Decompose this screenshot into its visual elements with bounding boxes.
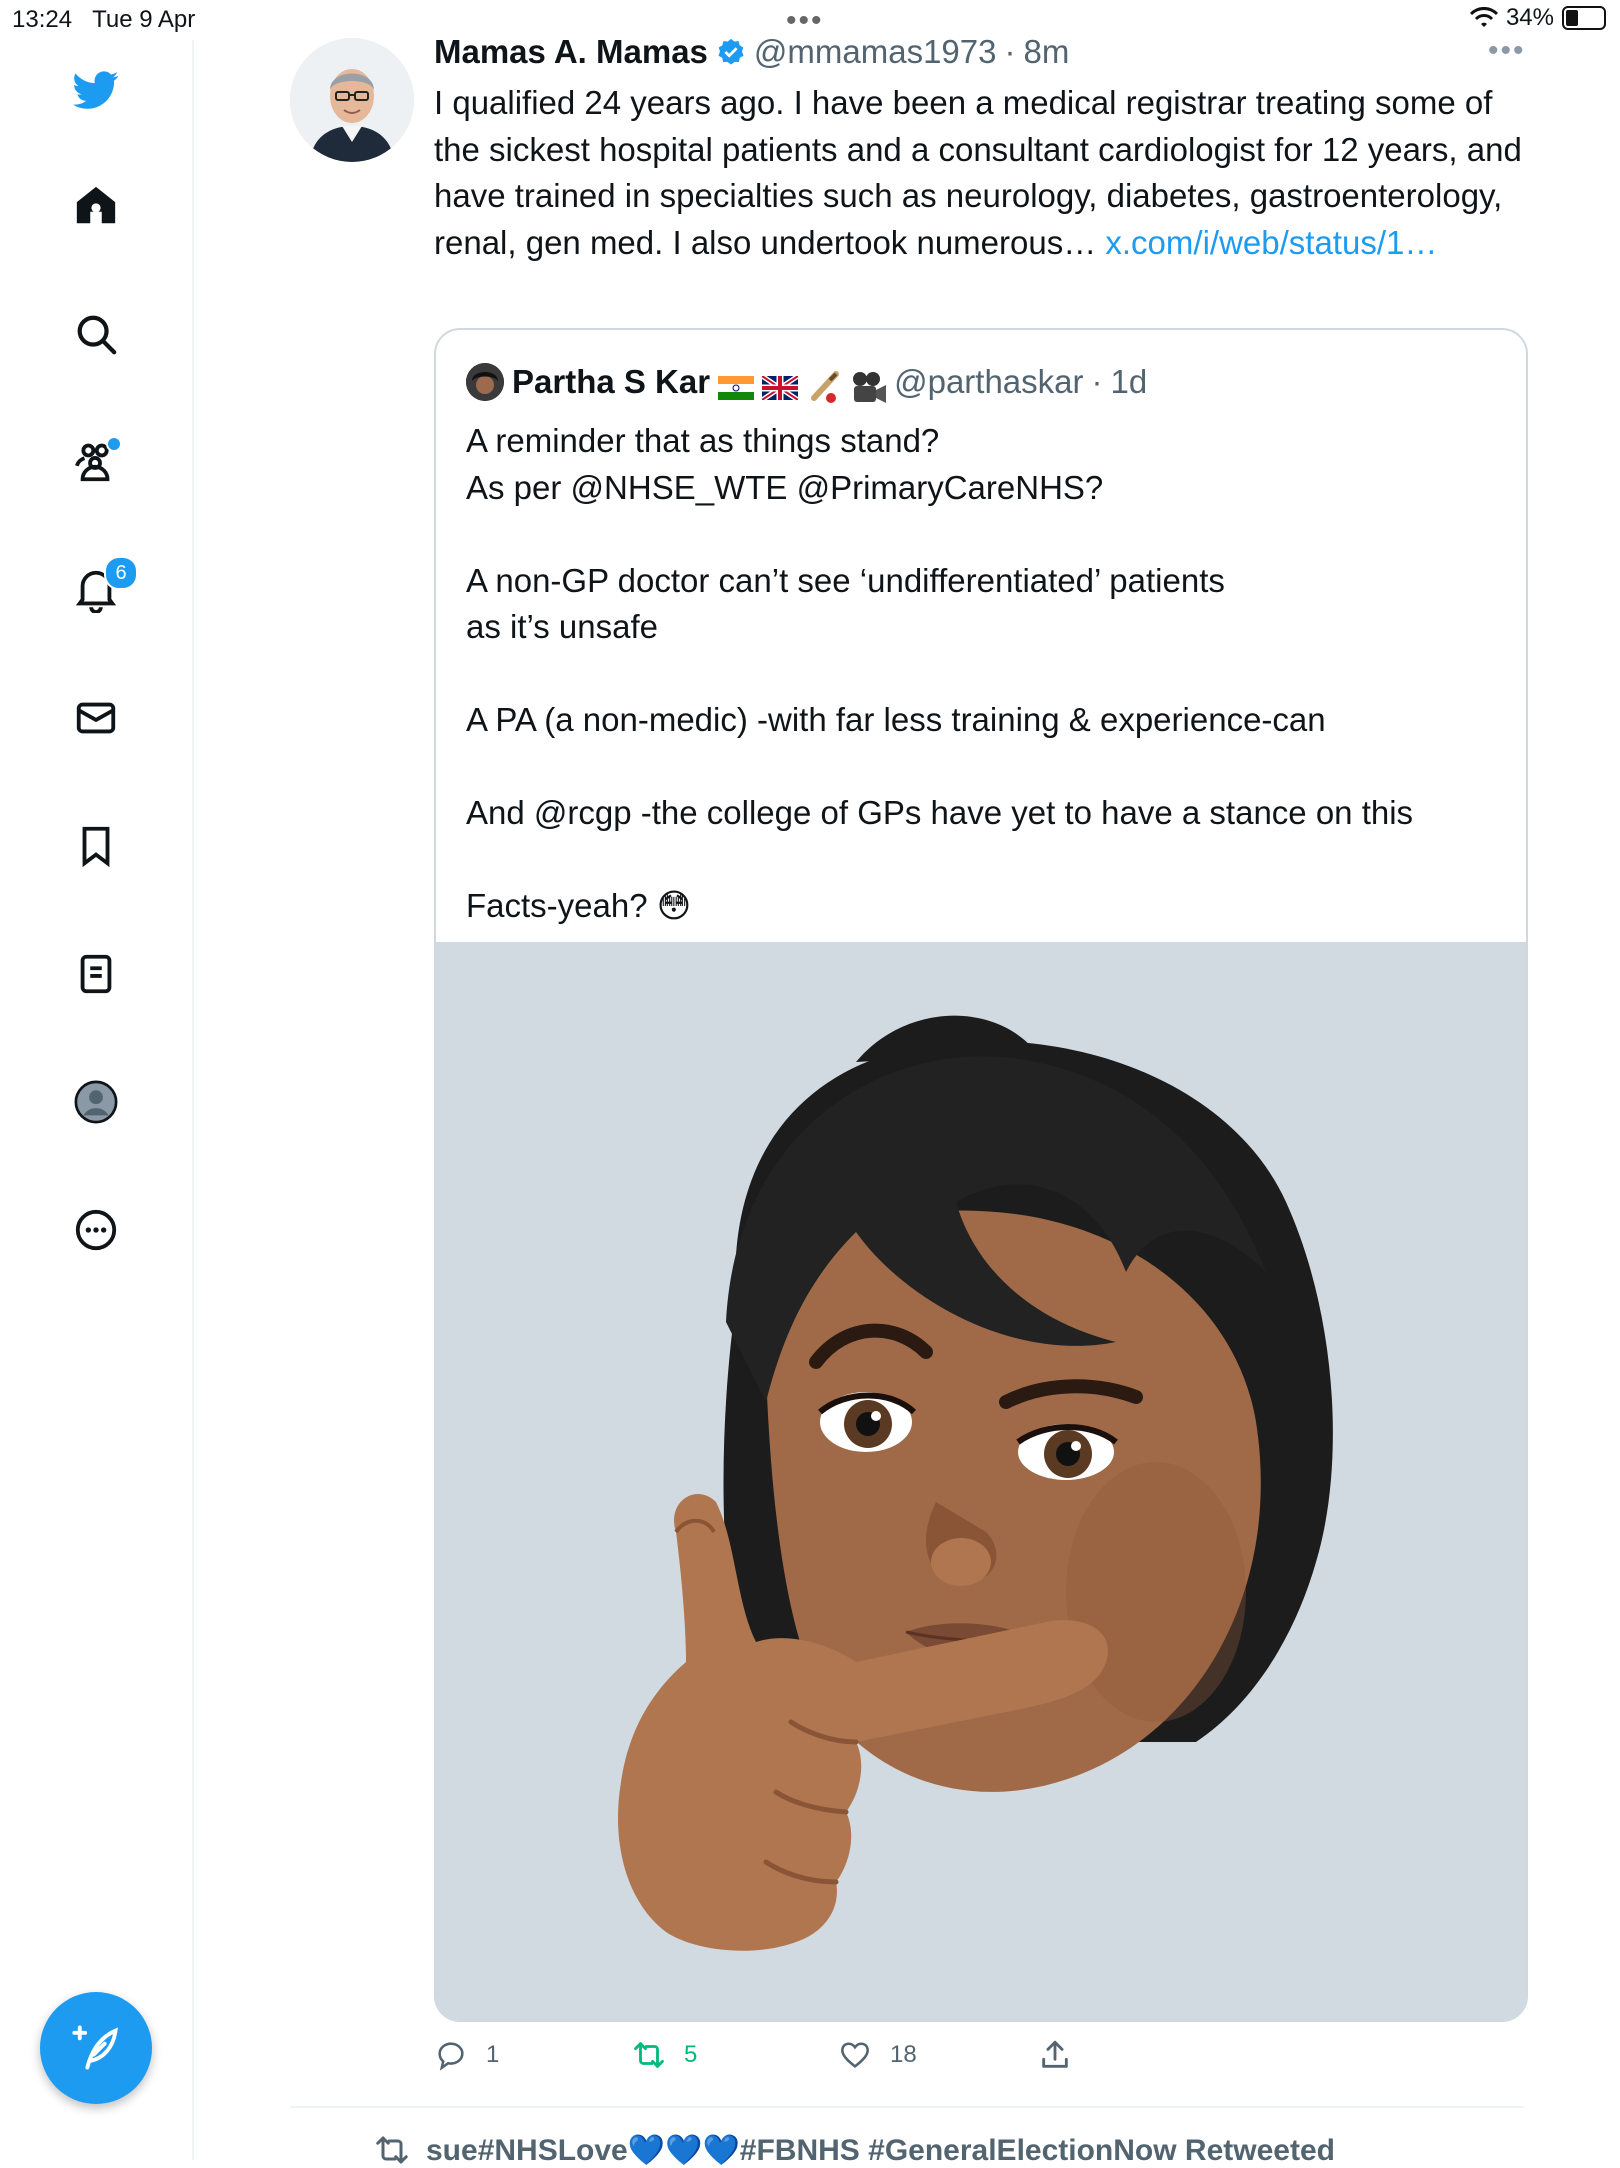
retweet-context-icon	[376, 2136, 408, 2164]
quoted-line: Facts-yeah? 😳	[466, 887, 692, 924]
sidebar: 6	[0, 40, 194, 2160]
quoted-tweet-text: A reminder that as things stand? As per …	[466, 418, 1486, 930]
author-name[interactable]: Mamas A. Mamas	[434, 33, 708, 71]
uk-flag-emoji	[760, 370, 800, 403]
quoted-tweet-card[interactable]: Partha S Kar @parthaskar · 1d A reminder…	[434, 328, 1528, 2022]
lists-icon[interactable]	[70, 948, 122, 1000]
search-icon[interactable]	[70, 308, 122, 360]
quoted-line-blank	[466, 651, 1486, 698]
india-flag-emoji	[718, 370, 755, 400]
profile-avatar-icon[interactable]	[70, 1076, 122, 1128]
quoted-line-blank	[466, 744, 1486, 791]
cricket-emoji	[806, 370, 842, 403]
tweet-divider	[290, 2106, 1524, 2108]
author-avatar[interactable]	[290, 38, 414, 162]
communities-badge-dot	[106, 436, 122, 452]
tweet-time[interactable]: 8m	[1024, 33, 1070, 71]
communities-icon[interactable]	[70, 436, 122, 488]
battery-icon	[1562, 6, 1606, 30]
header-separator: ·	[1004, 33, 1016, 70]
quoted-tweet-header: Partha S Kar @parthaskar · 1d	[466, 358, 1147, 406]
compose-tweet-button[interactable]	[40, 1992, 152, 2104]
quoted-separator: ·	[1091, 363, 1103, 400]
quoted-time: 1d	[1110, 363, 1148, 400]
quoted-author-handle: @parthaskar	[894, 363, 1084, 400]
status-time: 13:24 Tue 9 Apr	[12, 6, 196, 33]
thinking-memoji-illustration	[436, 942, 1526, 2020]
quoted-author-avatar	[466, 363, 504, 401]
retweet-context-text[interactable]: sue#NHSLove💙💙💙#FBNHS #GeneralElectionNow…	[426, 2133, 1335, 2168]
twitter-logo-icon[interactable]	[70, 64, 122, 116]
notifications-bell-icon[interactable]: 6	[70, 556, 138, 616]
quoted-line: as it’s unsafe	[466, 608, 659, 645]
messages-envelope-icon[interactable]	[70, 692, 122, 744]
reply-count: 1	[486, 2041, 500, 2068]
bookmarks-icon[interactable]	[70, 820, 122, 872]
tweet-header: Mamas A. Mamas @mmamas1973 · 8m	[434, 30, 1534, 74]
retweet-button[interactable]: 5	[632, 2038, 697, 2072]
like-count: 18	[890, 2041, 917, 2068]
quoted-line: A non-GP doctor can’t see ‘undifferentia…	[466, 561, 1225, 599]
retweet-icon	[634, 2042, 664, 2068]
quoted-tweet-image[interactable]	[436, 942, 1526, 2020]
battery-percent: 34%	[1505, 4, 1554, 31]
more-options-icon[interactable]	[70, 1204, 122, 1256]
tweet-more-icon[interactable]: •••	[1488, 34, 1526, 68]
like-button[interactable]: 18	[838, 2038, 917, 2072]
author-handle[interactable]: @mmamas1973	[754, 33, 997, 71]
quoted-line: A reminder that as things stand?	[466, 422, 940, 459]
quoted-line: And @rcgp -the college of GPs have yet t…	[466, 794, 1414, 831]
retweet-count: 5	[684, 2041, 698, 2068]
notifications-count-badge: 6	[104, 556, 138, 590]
quoted-line: A PA (a non-medic) -with far less traini…	[466, 701, 1326, 738]
wifi-icon	[1469, 7, 1498, 27]
share-upload-icon	[1042, 2040, 1068, 2068]
tweet-actions: 1 5 18	[434, 2038, 1524, 2082]
share-button[interactable]	[1038, 2038, 1072, 2072]
compose-feather-icon	[72, 2025, 118, 2070]
next-tweet-retweet-context: sue#NHSLove💙💙💙#FBNHS #GeneralElectionNow…	[374, 2132, 1335, 2168]
reply-icon	[438, 2042, 464, 2071]
quoted-line-blank	[466, 837, 1486, 884]
quoted-author-name: Partha S Kar	[512, 363, 711, 400]
movie-camera-emoji	[850, 370, 887, 403]
quoted-line: As per @NHSE_WTE @PrimaryCareNHS?	[466, 468, 1104, 506]
heart-icon	[841, 2042, 869, 2068]
verified-badge-icon	[718, 38, 744, 65]
home-icon[interactable]	[70, 180, 122, 232]
reply-button[interactable]: 1	[434, 2038, 499, 2072]
quoted-line-blank	[466, 511, 1486, 558]
tweet-text: I qualified 24 years ago. I have been a …	[434, 80, 1534, 266]
tweet-link[interactable]: x.com/i/web/status/1…	[1105, 224, 1437, 261]
status-right: 34%	[1469, 4, 1606, 32]
